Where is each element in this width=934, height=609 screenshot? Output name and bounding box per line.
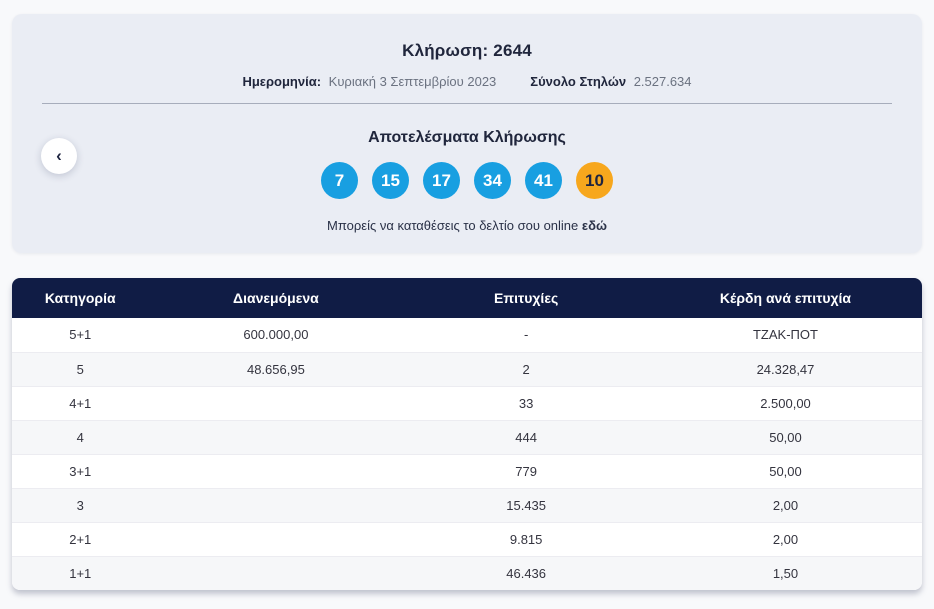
table-row: 5 48.656,95 2 24.328,47 (12, 352, 922, 387)
results-table: Κατηγορία Διανεμόμενα Επιτυχίες Κέρδη αν… (12, 278, 922, 590)
table-row: 1+1 46.436 1,50 (12, 556, 922, 590)
table-cell: 2 (403, 352, 649, 387)
table-cell: 2,00 (648, 488, 922, 523)
results-table-body: 5+1 600.000,00- ΤΖΑΚ-ΠΟΤ 5 48.656,95 2 24.328,… (12, 318, 922, 590)
table-cell: 33 (403, 386, 649, 421)
table-row: 2+1 9.815 2,00 (12, 522, 922, 557)
table-cell: 4+1 (12, 386, 149, 421)
table-cell: 50,00 (648, 454, 922, 489)
table-cell (148, 420, 404, 455)
total-columns: Σύνολο Στηλών 2.527.634 (530, 74, 691, 89)
draw-meta: Ημερομηνία: Κυριακή 3 Σεπτεμβρίου 2023 Σ… (12, 74, 922, 89)
table-cell: 600.000,00 (148, 318, 404, 353)
chevron-left-icon: ‹ (56, 145, 62, 165)
table-row: 5+1 600.000,00- ΤΖΑΚ-ΠΟΤ (12, 318, 922, 353)
table-cell: 5 (12, 352, 149, 387)
table-cell (148, 488, 404, 523)
page-title: Κλήρωση: 2644 (402, 41, 532, 61)
number-ball: 17 (423, 162, 460, 200)
header-distributed: Διανεμόμενα (148, 278, 404, 318)
number-ball: 7 (321, 162, 358, 200)
table-cell: 779 (403, 454, 649, 489)
table-cell: 15.435 (403, 488, 649, 523)
table-cell: 5+1 (12, 318, 149, 353)
table-cell: 1,50 (772, 565, 799, 581)
header-divider (42, 103, 892, 105)
draw-card: Κλήρωση: 2644 Ημερομηνία: Κυριακή 3 Σεπτ… (12, 14, 922, 254)
table-cell: - (403, 318, 649, 353)
table-row: 3+1 779 50,00 (12, 454, 922, 489)
number-ball: 15 (372, 162, 409, 200)
columns-value: 2.527.634 (633, 74, 692, 90)
cta-text-main: Μπορείς να καταθέσεις το δελτίο σου onli… (327, 218, 579, 234)
table-cell: 24.328,47 (648, 352, 922, 387)
header-prize-per-win: Κέρδη ανά επιτυχία (648, 278, 922, 318)
table-cell: 3 (12, 488, 149, 523)
table-cell: ΤΖΑΚ-ΠΟΤ (648, 318, 922, 353)
table-row: 4+1 33 2.500,00 (12, 386, 922, 421)
date-label: Ημερομηνία: (242, 74, 322, 90)
date-value: Κυριακή 3 Σεπτεμβρίου 2023 (328, 74, 497, 90)
table-cell (148, 386, 404, 421)
table-cell: 9.815 (403, 522, 649, 557)
joker-ball: 10 (576, 162, 613, 200)
table-cell: 3+1 (12, 454, 149, 489)
table-cell: 4 (12, 420, 149, 455)
table-header-row: Κατηγορία Διανεμόμενα Επιτυχίες Κέρδη αν… (12, 278, 922, 318)
table-cell (149, 556, 404, 590)
header-winners: Επιτυχίες (403, 278, 649, 318)
cta-text: Μπορείς να καταθέσεις το δελτίο σου onli… (12, 218, 922, 233)
prev-draw-button[interactable]: ‹ (41, 138, 77, 174)
table-row: 4 444 50,00 (12, 420, 922, 455)
numbers-row: 7 15 17 34 41 10 (12, 162, 922, 200)
table-cell: 1+1 (69, 565, 92, 581)
results-title: Αποτελέσματα Κλήρωσης (368, 129, 566, 147)
table-cell: 50,00 (648, 420, 922, 455)
table-cell: 2+1 (12, 522, 149, 557)
results-table-card: Κατηγορία Διανεμόμενα Επιτυχίες Κέρδη αν… (12, 278, 922, 590)
columns-label: Σύνολο Στηλών (530, 74, 627, 90)
table-cell: 2,00 (648, 522, 922, 557)
table-cell (148, 454, 404, 489)
draw-date: Ημερομηνία: Κυριακή 3 Σεπτεμβρίου 2023 (242, 74, 496, 89)
number-ball: 34 (474, 162, 511, 200)
table-cell (148, 522, 404, 557)
cta-link[interactable]: εδώ (582, 218, 607, 233)
table-cell: 444 (403, 420, 649, 455)
number-ball: 41 (525, 162, 562, 200)
table-cell: 48.656,95 (148, 352, 404, 387)
table-cell: 2.500,00 (648, 386, 922, 421)
table-row: 3 15.435 2,00 (12, 488, 922, 523)
table-cell: 46.436 (506, 565, 547, 581)
header-category: Κατηγορία (12, 278, 149, 318)
